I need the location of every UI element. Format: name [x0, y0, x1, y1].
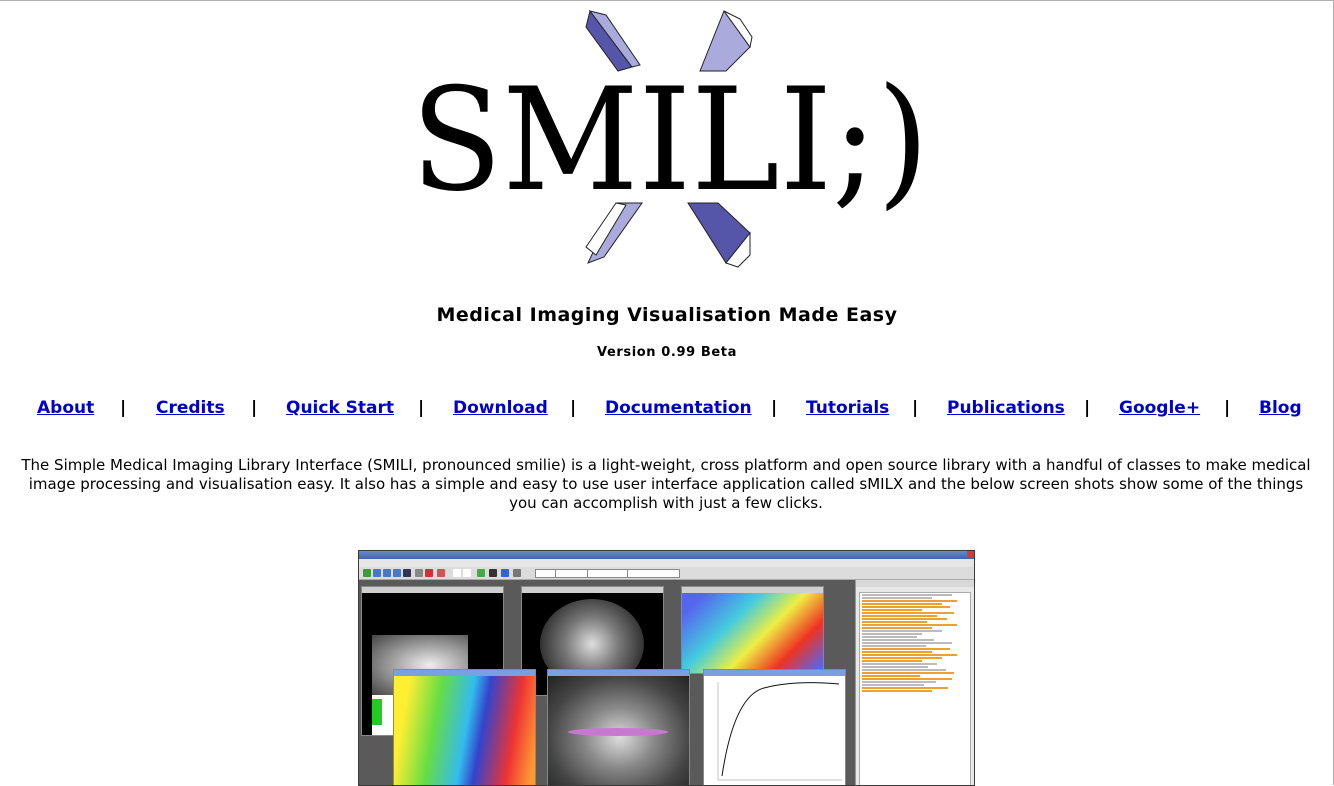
window-title [362, 587, 503, 593]
add-icon [363, 569, 371, 577]
image-content [568, 728, 668, 736]
curve-plot [717, 682, 842, 781]
console-panel [855, 580, 974, 785]
nav-separator: | [1224, 398, 1231, 418]
delete-icon [425, 569, 433, 577]
smilx-screenshot [358, 550, 975, 786]
close-icon [967, 551, 974, 558]
folder-icon [393, 569, 401, 577]
console-title [856, 580, 974, 587]
version-label: Version 0.99 Beta [597, 345, 737, 360]
window-icon [453, 569, 461, 577]
nav-separator: | [251, 398, 258, 418]
combo-box [587, 569, 628, 578]
tool-icon [477, 569, 485, 577]
intro-paragraph: The Simple Medical Imaging Library Inter… [21, 456, 1311, 512]
nav-link-documentation[interactable]: Documentation [605, 398, 752, 418]
tool-icon [489, 569, 497, 577]
save-icon [403, 569, 411, 577]
tool-icon [415, 569, 423, 577]
window-title [522, 587, 663, 593]
nav-separator: | [120, 398, 127, 418]
combo-box [627, 569, 680, 578]
console-log [859, 592, 971, 785]
nav-link-google-plus[interactable]: Google+ [1119, 398, 1200, 418]
image-window [681, 586, 824, 674]
figure-icon [372, 699, 382, 725]
main-nav: About | Credits | Quick Start | Download… [0, 398, 1334, 420]
chart-window [703, 669, 846, 785]
combo-box [555, 569, 588, 578]
screenshot-menubar [359, 559, 974, 567]
nav-link-quick-start[interactable]: Quick Start [286, 398, 394, 418]
image-content [682, 593, 823, 673]
nav-separator: | [570, 398, 577, 418]
nav-link-tutorials[interactable]: Tutorials [806, 398, 889, 418]
screenshot-toolbar [359, 567, 974, 580]
nav-link-about[interactable]: About [37, 398, 94, 418]
image-content [394, 676, 535, 785]
tool-icon [437, 569, 445, 577]
tool-icon [501, 569, 509, 577]
nav-link-download[interactable]: Download [453, 398, 548, 418]
nav-separator: | [912, 398, 919, 418]
image-window [547, 669, 690, 785]
tool-icon [513, 569, 521, 577]
folder-icon [383, 569, 391, 577]
nav-separator: | [771, 398, 778, 418]
nav-link-publications[interactable]: Publications [947, 398, 1065, 418]
image-window [393, 669, 536, 785]
screenshot-titlebar [359, 551, 974, 559]
window-icon [463, 569, 471, 577]
nav-separator: | [418, 398, 425, 418]
nav-separator: | [1084, 398, 1091, 418]
tagline: Medical Imaging Visualisation Made Easy [436, 304, 898, 326]
smili-logo: SMILI;) [411, 9, 929, 268]
folder-icon [373, 569, 381, 577]
logo-text: SMILI;) [411, 58, 929, 223]
nav-link-blog[interactable]: Blog [1259, 398, 1302, 418]
nav-link-credits[interactable]: Credits [156, 398, 225, 418]
